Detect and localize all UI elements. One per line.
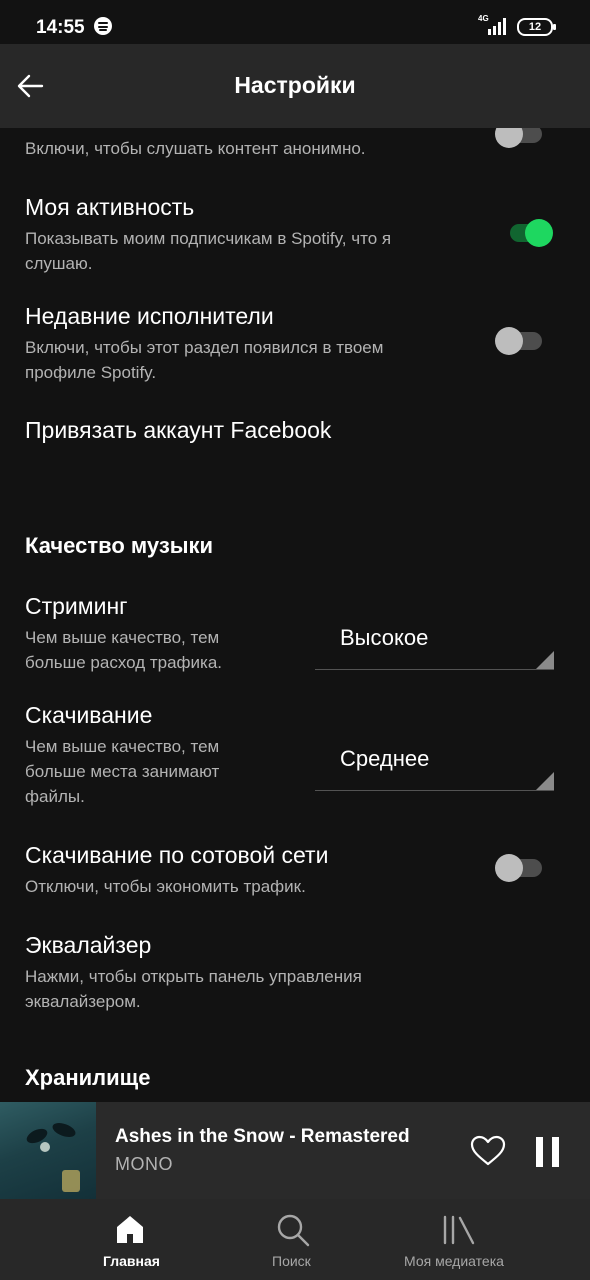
streaming-quality-dropdown[interactable]: Высокое bbox=[315, 619, 554, 670]
library-icon bbox=[443, 1215, 475, 1245]
now-playing-bar[interactable]: Ashes in the Snow - Remastered MONO bbox=[0, 1102, 590, 1199]
download-quality-dropdown[interactable]: Среднее bbox=[315, 740, 554, 791]
status-bar: 14:55 4G 12 bbox=[0, 0, 590, 44]
streaming-description-2: больше расход трафика. bbox=[25, 653, 223, 672]
private-session-description: Включи, чтобы слушать контент анонимно. bbox=[25, 139, 366, 158]
nav-library[interactable]: Моя медиатека bbox=[400, 1199, 520, 1280]
battery-icon: 12 bbox=[517, 18, 556, 36]
cellular-download-description: Отключи, чтобы экономить трафик. bbox=[25, 877, 306, 896]
heart-icon[interactable] bbox=[470, 1135, 506, 1167]
app-bar: Настройки bbox=[0, 44, 590, 128]
cellular-download-title: Скачивание по сотовой сети bbox=[25, 842, 329, 868]
signal-icon bbox=[488, 18, 506, 35]
track-title[interactable]: Ashes in the Snow - Remastered bbox=[115, 1126, 410, 1148]
my-activity-title: Моя активность bbox=[25, 194, 195, 220]
storage-header: Хранилище bbox=[25, 1065, 151, 1090]
my-activity-description-2: слушаю. bbox=[25, 254, 93, 273]
spotify-notification-icon bbox=[94, 17, 112, 35]
status-time: 14:55 bbox=[36, 17, 85, 38]
bottom-navigation: Главная Поиск Моя медиатека bbox=[0, 1199, 590, 1280]
nav-search[interactable]: Поиск bbox=[255, 1199, 335, 1280]
equalizer-description-1: Нажми, чтобы открыть панель управления bbox=[25, 967, 362, 986]
my-activity-toggle[interactable] bbox=[503, 217, 553, 247]
search-icon bbox=[277, 1214, 310, 1247]
equalizer-button[interactable]: Эквалайзер bbox=[25, 932, 151, 959]
private-session-toggle[interactable] bbox=[495, 128, 545, 148]
recent-artists-title: Недавние исполнители bbox=[25, 303, 274, 329]
recent-artists-description-1: Включи, чтобы этот раздел появился в тво… bbox=[25, 338, 384, 357]
download-description-1: Чем выше качество, тем bbox=[25, 737, 220, 756]
link-facebook-button[interactable]: Привязать аккаунт Facebook bbox=[25, 417, 331, 444]
nav-search-label: Поиск bbox=[272, 1253, 311, 1269]
dropdown-corner-icon bbox=[536, 772, 554, 790]
page-title: Настройки bbox=[234, 72, 356, 98]
streaming-quality-value: Высокое bbox=[340, 625, 429, 650]
music-quality-header: Качество музыки bbox=[25, 533, 214, 558]
download-quality-value: Среднее bbox=[340, 746, 430, 771]
album-cover[interactable] bbox=[0, 1102, 96, 1199]
settings-list[interactable]: Включи, чтобы слушать контент анонимно. … bbox=[0, 128, 590, 1103]
pause-button[interactable] bbox=[536, 1137, 560, 1167]
download-description-3: файлы. bbox=[25, 787, 85, 806]
recent-artists-description-2: профиле Spotify. bbox=[25, 363, 157, 382]
download-description-2: больше места занимают bbox=[25, 762, 220, 781]
dropdown-corner-icon bbox=[536, 651, 554, 669]
recent-artists-toggle[interactable] bbox=[495, 325, 545, 355]
download-title: Скачивание bbox=[25, 702, 153, 728]
nav-home-label: Главная bbox=[103, 1253, 160, 1269]
streaming-title: Стриминг bbox=[25, 593, 128, 619]
track-artist[interactable]: MONO bbox=[115, 1154, 173, 1175]
equalizer-description-2: эквалайзером. bbox=[25, 992, 141, 1011]
nav-library-label: Моя медиатека bbox=[404, 1253, 504, 1269]
battery-level: 12 bbox=[528, 21, 542, 33]
cellular-download-toggle[interactable] bbox=[495, 852, 545, 882]
streaming-description-1: Чем выше качество, тем bbox=[25, 628, 220, 647]
nav-home[interactable]: Главная bbox=[90, 1199, 170, 1280]
home-icon bbox=[117, 1216, 143, 1243]
my-activity-description-1: Показывать моим подписчикам в Spotify, ч… bbox=[25, 229, 392, 248]
